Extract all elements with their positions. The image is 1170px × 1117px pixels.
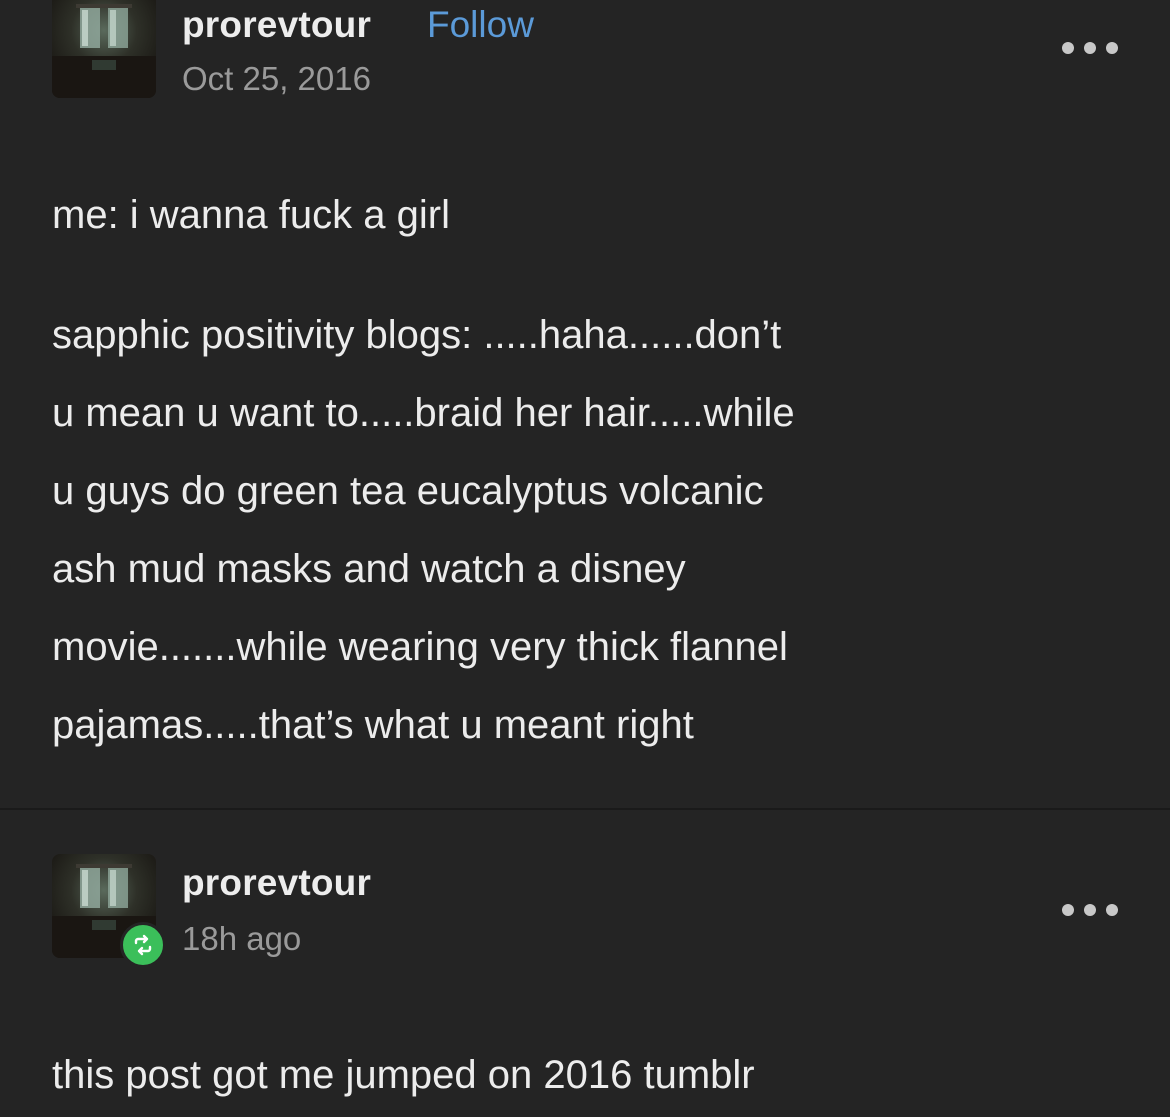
- reblog-post: prorevtour 18h ago this post got me jump…: [0, 810, 1170, 1117]
- avatar[interactable]: [52, 0, 156, 98]
- post-username[interactable]: prorevtour: [182, 4, 371, 46]
- original-post: prorevtour Follow Oct 25, 2016 me: i wan…: [0, 0, 1170, 808]
- reblog-arrows-icon: [134, 934, 152, 956]
- reblog-username[interactable]: prorevtour: [182, 862, 371, 904]
- avatar-image: [52, 0, 156, 98]
- more-options-icon[interactable]: [1062, 38, 1118, 58]
- post-body-line-1: me: i wanna fuck a girl: [52, 193, 450, 237]
- reblog-icon: [120, 922, 166, 968]
- reblog-time: 18h ago: [182, 920, 302, 957]
- follow-button[interactable]: Follow: [427, 4, 534, 46]
- reblog-body: this post got me jumped on 2016 tumblr: [52, 1053, 755, 1097]
- more-options-icon[interactable]: [1062, 900, 1118, 920]
- post-date: Oct 25, 2016: [182, 60, 371, 97]
- post-body-paragraph: sapphic positivity blogs: .....haha.....…: [52, 313, 795, 747]
